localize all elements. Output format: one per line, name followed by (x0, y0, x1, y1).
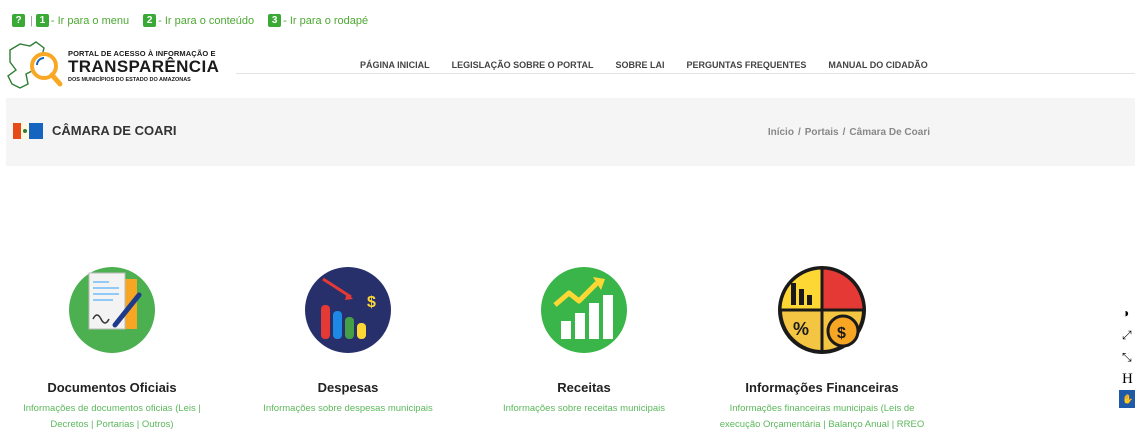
card-title: Receitas (557, 380, 611, 395)
card-title: Informações Financeiras (745, 380, 899, 395)
card-description: Informações sobre despesas municipais (263, 403, 433, 414)
skip-key-menu[interactable]: 1 (35, 14, 49, 27)
portal-logo[interactable]: PORTAL DE ACESSO À INFORMAÇÃO E TRANSPAR… (6, 40, 221, 92)
skip-link-menu[interactable]: - Ir para o menu (51, 15, 129, 27)
breadcrumb: Início / Portais / Câmara De Coari (768, 127, 930, 138)
breadcrumb-separator: / (797, 127, 801, 138)
svg-text:$: $ (837, 325, 846, 342)
nav-item-about-lai[interactable]: SOBRE LAI (616, 60, 665, 70)
skip-links: ? | 1 - Ir para o menu 2 - Ir para o con… (12, 14, 382, 27)
main-nav: PÁGINA INICIAL LEGISLAÇÃO SOBRE O PORTAL… (360, 60, 950, 70)
nav-item-legislation[interactable]: LEGISLAÇÃO SOBRE O PORTAL (452, 60, 594, 70)
svg-text:%: % (793, 319, 809, 339)
zoom-out-icon[interactable]: ⤡ (1119, 346, 1135, 368)
svg-text:$: $ (367, 294, 376, 311)
font-icon[interactable]: H (1119, 368, 1135, 390)
page-header-bar: CÂMARA DE COARI Início / Portais / Câmara De… (6, 98, 1135, 166)
skip-key-content[interactable]: 2 (143, 14, 157, 27)
skip-link-footer[interactable]: - Ir para o rodapé (283, 15, 368, 27)
card-title: Documentos Oficiais (47, 380, 177, 395)
nav-item-faq[interactable]: PERGUNTAS FREQUENTES (687, 60, 807, 70)
nav-item-manual[interactable]: MANUAL DO CIDADÃO (828, 60, 927, 70)
card-description: Informações sobre receitas municipais (502, 403, 666, 414)
financial-pie-icon: % $ (778, 266, 866, 354)
magnifier-map-icon (7, 41, 63, 89)
card-receitas[interactable]: Receitas Informações sobre receitas muni… (464, 265, 704, 417)
breadcrumb-current: Câmara De Coari (849, 127, 930, 138)
nav-divider (236, 73, 1135, 74)
zoom-in-icon[interactable]: ⤢ (1119, 324, 1135, 346)
nav-item-home[interactable]: PÁGINA INICIAL (360, 60, 430, 70)
sign-language-icon[interactable]: ✋ (1119, 390, 1135, 408)
logo-line-2: TRANSPARÊNCIA (68, 57, 220, 76)
skip-key-footer[interactable]: 3 (268, 14, 282, 27)
logo-line-3: DOS MUNICÍPIOS DO ESTADO DO AMAZONAS (68, 77, 191, 83)
card-despesas[interactable]: $ Despesas Informações sobre despesas mu… (228, 265, 468, 417)
card-description: Informações financeiras municipais (Leis… (719, 403, 925, 430)
contrast-icon[interactable]: ◑ (1119, 302, 1135, 324)
accessibility-toolbar: ◑ ⤢ ⤡ H ✋ (1119, 302, 1135, 408)
skip-separator: | (30, 14, 33, 27)
breadcrumb-portals[interactable]: Portais (805, 127, 839, 138)
page-title: CÂMARA DE COARI (52, 123, 177, 138)
card-description: Informações de documentos oficias (Leis … (23, 403, 201, 430)
breadcrumb-home[interactable]: Início (768, 127, 794, 138)
card-informacoes-financeiras[interactable]: % $ Informações Financeiras Informações … (702, 265, 942, 433)
breadcrumb-separator: / (842, 127, 846, 138)
revenue-chart-icon (541, 267, 627, 353)
expenses-chart-icon: $ (305, 267, 391, 353)
help-key[interactable]: ? (12, 14, 25, 27)
card-documentos-oficiais[interactable]: Documentos Oficiais Informações de docum… (0, 265, 232, 433)
flag-icon (13, 123, 43, 139)
skip-link-content[interactable]: - Ir para o conteúdo (158, 15, 254, 27)
card-title: Despesas (317, 380, 379, 395)
document-icon (69, 267, 155, 353)
